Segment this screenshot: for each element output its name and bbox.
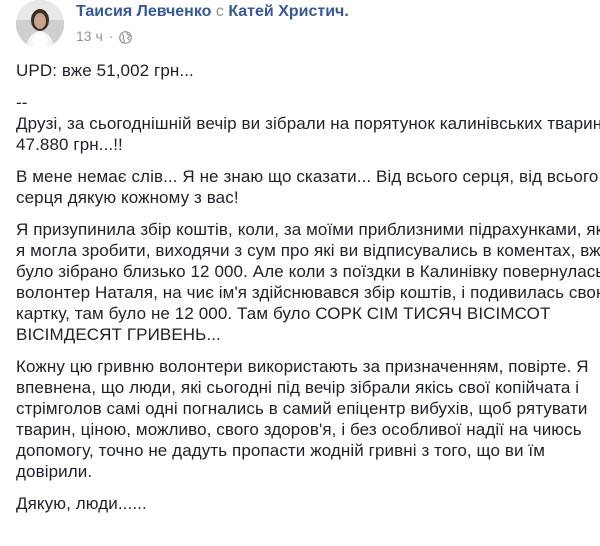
- post-text-line: UPD: вже 51,002 грн...: [16, 61, 194, 80]
- post-text-line: впевнена, що люди, які сьогодні під вечі…: [16, 378, 580, 397]
- post-meta: 13 ч ·: [76, 27, 133, 45]
- facebook-post: Таисия Левченко с Катей Христич. 13 ч · …: [0, 0, 600, 546]
- post-text-line: Дякую, люди......: [16, 494, 147, 513]
- post-paragraph: -- Друзі, за сьогоднішній вечір ви зібрал…: [16, 92, 600, 155]
- post-text-line: стрімголов самі одні погнались в самий е…: [16, 399, 588, 418]
- post-text-line: В мене немає слів... Я не знаю що сказат…: [16, 167, 599, 186]
- post-text-line: 47.880 грн...!!: [16, 135, 123, 154]
- avatar-photo: [16, 0, 64, 48]
- post-text-line: Друзі, за сьогоднішній вечір ви зібрали …: [16, 114, 600, 133]
- post-paragraph: Кожну цю гривню волонтери використають з…: [16, 356, 600, 482]
- author-avatar[interactable]: [16, 0, 64, 48]
- author-name-link[interactable]: Таисия Левченко: [76, 3, 211, 20]
- post-header: Таисия Левченко с Катей Христич. 13 ч ·: [16, 0, 600, 52]
- post-text-line: Кожну цю гривню волонтери використають з…: [16, 357, 589, 376]
- meta-separator: ·: [108, 28, 114, 44]
- post-paragraph: UPD: вже 51,002 грн...: [16, 60, 600, 81]
- post-text-line: довірили.: [16, 462, 93, 481]
- tagged-person-link[interactable]: Катей Христич.: [228, 3, 348, 20]
- post-paragraph: Дякую, люди......: [16, 493, 600, 514]
- post-text-line: тварин, ціною, можливо, свого здоров'я, …: [16, 420, 582, 439]
- post-text-line: волонтер Наталя, на чиє ім'я здійснювавс…: [16, 283, 600, 302]
- globe-icon[interactable]: [119, 30, 133, 44]
- post-text-line: --: [16, 93, 28, 112]
- post-body: UPD: вже 51,002 грн... -- Друзі, за сьогод…: [16, 60, 600, 525]
- post-text-line: допомогу, точно не дадуть пропасти жодні…: [16, 441, 545, 460]
- post-author-line: Таисия Левченко с Катей Христич.: [76, 2, 349, 22]
- post-paragraph: Я призупинила збір коштів, коли, за моїм…: [16, 219, 600, 345]
- post-text-line: ВІСІМДЕСЯТ ГРИВЕНЬ...: [16, 325, 221, 344]
- post-text-line: я могла зробити, виходячи з сум про які …: [16, 241, 600, 260]
- post-text-line: серця дякую кожному з вас!: [16, 188, 239, 207]
- post-text-line: картку, там було не 12 000. Там було СОР…: [16, 304, 551, 323]
- post-text-line: було зібрано близько 12 000. Але коли з …: [16, 262, 600, 281]
- post-timestamp[interactable]: 13 ч: [76, 27, 103, 45]
- with-word: с: [215, 3, 224, 20]
- post-text-line: Я призупинила збір коштів, коли, за моїм…: [16, 220, 600, 239]
- post-paragraph: В мене немає слів... Я не знаю що сказат…: [16, 166, 600, 208]
